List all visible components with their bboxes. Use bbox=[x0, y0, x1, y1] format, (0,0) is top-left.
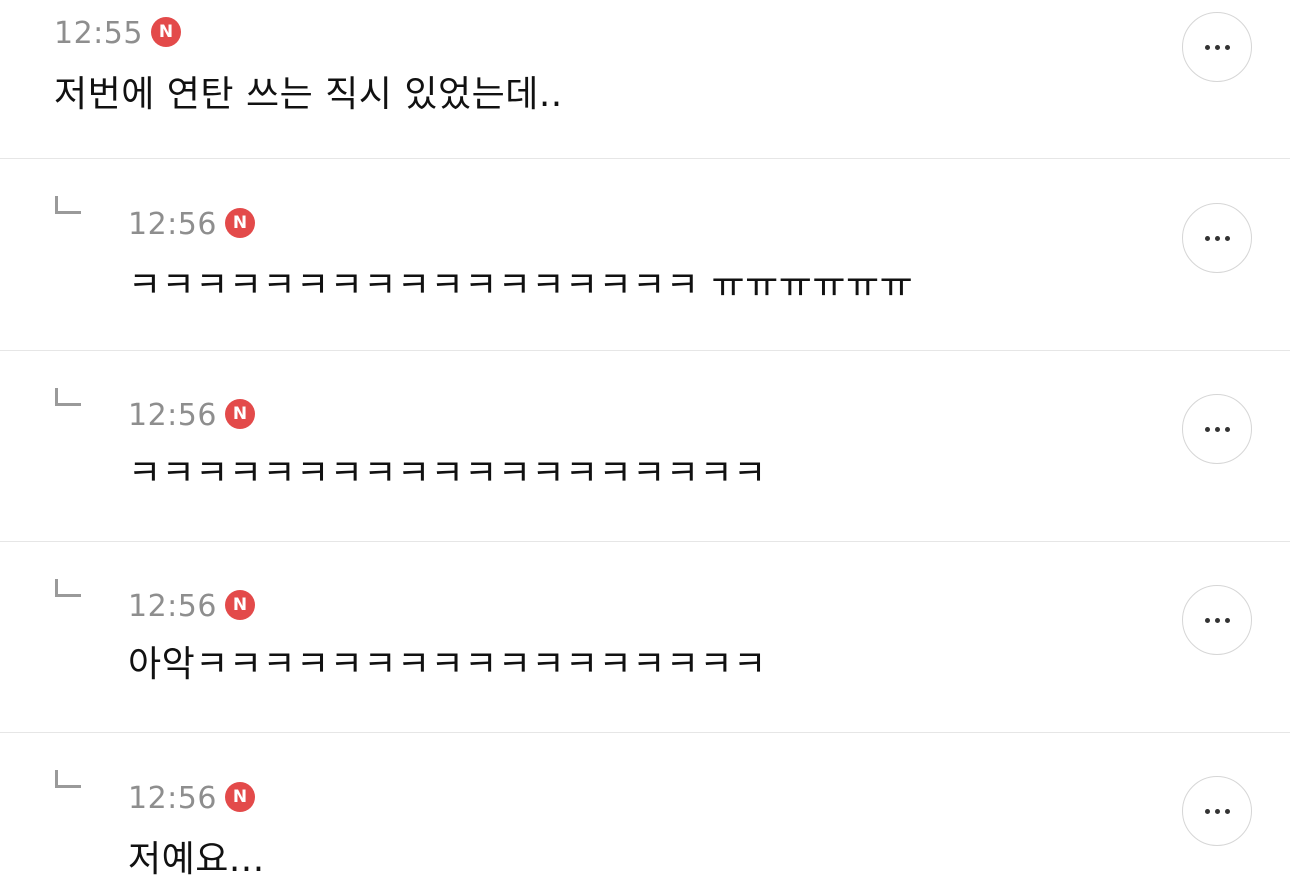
more-options-icon bbox=[1204, 235, 1230, 241]
new-badge-icon: N bbox=[150, 17, 181, 47]
comment-text: 저예요... bbox=[128, 839, 265, 880]
reply-arrow-icon bbox=[55, 770, 81, 788]
comment-time: 12:55 bbox=[54, 16, 143, 51]
comment-meta: 12:56 N bbox=[128, 205, 255, 245]
more-options-icon bbox=[1204, 617, 1230, 623]
comment-time: 12:56 bbox=[128, 398, 217, 433]
more-options-button[interactable] bbox=[1182, 776, 1252, 846]
comment-time: 12:56 bbox=[128, 781, 217, 816]
new-badge-icon: N bbox=[224, 399, 255, 429]
more-options-button[interactable] bbox=[1182, 12, 1252, 82]
more-options-icon bbox=[1204, 44, 1230, 50]
new-badge-icon: N bbox=[224, 208, 255, 238]
new-badge-icon: N bbox=[224, 590, 255, 620]
comment-text: 아악ㅋㅋㅋㅋㅋㅋㅋㅋㅋㅋㅋㅋㅋㅋㅋㅋㅋ bbox=[128, 644, 767, 685]
reply-item: 12:56 N 저예요... bbox=[0, 733, 1290, 892]
more-options-button[interactable] bbox=[1182, 585, 1252, 655]
reply-item: 12:56 N 아악ㅋㅋㅋㅋㅋㅋㅋㅋㅋㅋㅋㅋㅋㅋㅋㅋㅋ bbox=[0, 542, 1290, 732]
comment-time: 12:56 bbox=[128, 207, 217, 242]
comment-item: 12:55 N 저번에 연탄 쓰는 직시 있었는데.. bbox=[0, 0, 1290, 158]
comment-meta: 12:55 N bbox=[54, 14, 181, 54]
reply-item: 12:56 N ㅋㅋㅋㅋㅋㅋㅋㅋㅋㅋㅋㅋㅋㅋㅋㅋㅋㅋㅋ bbox=[0, 351, 1290, 541]
reply-arrow-icon bbox=[55, 579, 81, 597]
more-options-button[interactable] bbox=[1182, 394, 1252, 464]
reply-arrow-icon bbox=[55, 196, 81, 214]
comment-time: 12:56 bbox=[128, 589, 217, 624]
comment-meta: 12:56 N bbox=[128, 779, 255, 819]
comment-text: 저번에 연탄 쓰는 직시 있었는데.. bbox=[54, 74, 563, 115]
more-options-icon bbox=[1204, 426, 1230, 432]
reply-item: 12:56 N ㅋㅋㅋㅋㅋㅋㅋㅋㅋㅋㅋㅋㅋㅋㅋㅋㅋ ㅠㅠㅠㅠㅠㅠ bbox=[0, 159, 1290, 350]
more-options-icon bbox=[1204, 808, 1230, 814]
more-options-button[interactable] bbox=[1182, 203, 1252, 273]
comment-meta: 12:56 N bbox=[128, 587, 255, 627]
new-badge-icon: N bbox=[224, 782, 255, 812]
comment-list: 12:55 N 저번에 연탄 쓰는 직시 있었는데.. 12:56 N ㅋㅋㅋㅋ… bbox=[0, 0, 1290, 892]
comment-text: ㅋㅋㅋㅋㅋㅋㅋㅋㅋㅋㅋㅋㅋㅋㅋㅋㅋ ㅠㅠㅠㅠㅠㅠ bbox=[128, 265, 914, 306]
comment-meta: 12:56 N bbox=[128, 396, 255, 436]
reply-arrow-icon bbox=[55, 388, 81, 406]
comment-text: ㅋㅋㅋㅋㅋㅋㅋㅋㅋㅋㅋㅋㅋㅋㅋㅋㅋㅋㅋ bbox=[128, 453, 767, 494]
